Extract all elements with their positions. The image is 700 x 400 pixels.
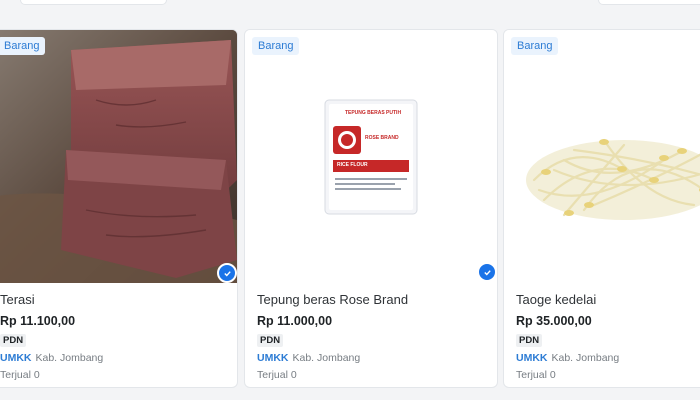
origin-tag: PDN: [516, 334, 543, 347]
product-price: Rp 35.000,00: [516, 314, 592, 328]
card-above-right-edge: [598, 0, 700, 5]
location: Kab. Jombang: [292, 352, 361, 364]
rice-flour-package: [324, 99, 418, 215]
umkk-tag: UMKK: [0, 352, 32, 364]
sold-count: Terjual 0: [257, 369, 297, 381]
product-price: Rp 11.100,00: [0, 314, 76, 328]
terasi-photo: [0, 30, 237, 283]
product-name[interactable]: Taoge kedelai: [516, 292, 700, 307]
product-card-taoge[interactable]: Barang Taoge kedelai Rp 35.000,00 PDN UM…: [503, 29, 700, 388]
umkk-tag: UMKK: [257, 352, 289, 364]
bean-sprouts-photo: [526, 138, 700, 220]
location: Kab. Jombang: [551, 352, 620, 364]
umkk-tag: UMKK: [516, 352, 548, 364]
product-card-tepung-beras[interactable]: TEPUNG BERAS PUTIH ROSE BRAND RICE FLOUR…: [244, 29, 498, 388]
sold-count: Terjual 0: [0, 369, 40, 381]
card-above-left-edge: [20, 0, 167, 5]
product-image[interactable]: Barang: [0, 30, 237, 283]
verified-check-icon: [217, 263, 237, 283]
origin-tag: PDN: [0, 334, 27, 347]
package-brand-line: TEPUNG BERAS PUTIH: [344, 110, 402, 116]
type-badge: Barang: [511, 37, 559, 55]
product-image[interactable]: Barang: [504, 30, 700, 283]
origin-tag: PDN: [257, 334, 284, 347]
product-price: Rp 11.000,00: [257, 314, 333, 328]
product-card-terasi[interactable]: Barang Terasi Rp 11.100,00 PDN UMKK Kab.…: [0, 29, 238, 388]
package-label: RICE FLOUR: [337, 162, 368, 168]
type-badge: Barang: [0, 37, 46, 55]
product-name[interactable]: Tepung beras Rose Brand: [257, 292, 489, 307]
location: Kab. Jombang: [35, 352, 104, 364]
product-image[interactable]: TEPUNG BERAS PUTIH ROSE BRAND RICE FLOUR…: [245, 30, 497, 283]
sold-count: Terjual 0: [516, 369, 556, 381]
product-name[interactable]: Terasi: [0, 292, 229, 307]
type-badge: Barang: [252, 37, 300, 55]
package-brand: ROSE BRAND: [365, 135, 399, 141]
verified-check-icon: [477, 262, 497, 282]
